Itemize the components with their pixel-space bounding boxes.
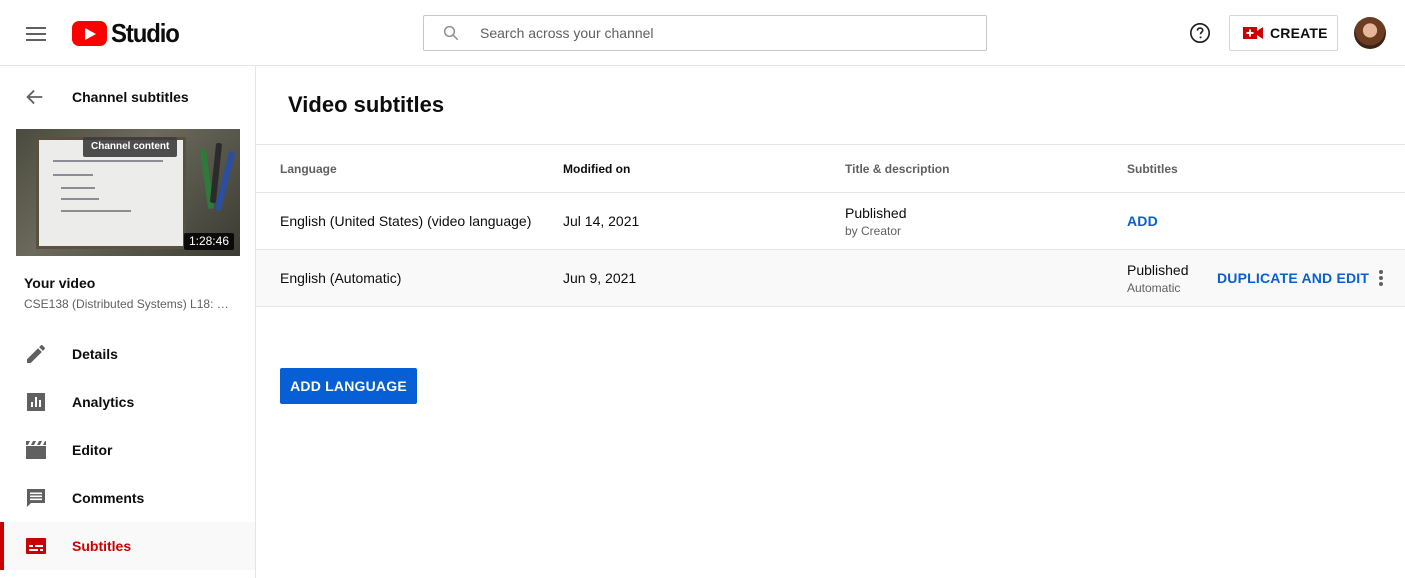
language-cell: English (Automatic) [280,270,402,286]
column-header-modified[interactable]: Modified on [563,162,630,176]
table-row: English (United States) (video language)… [256,193,1405,250]
studio-logo[interactable]: Studio [72,18,185,48]
sidebar-item-label: Subtitles [72,538,132,554]
sidebar-item-label: Editor [72,442,113,458]
subtitles-table: Language Modified on Title & description… [256,144,1405,307]
comments-icon [27,489,45,507]
duplicate-and-edit-button[interactable]: DUPLICATE AND EDIT [1217,270,1369,286]
search-box[interactable] [423,15,987,51]
sidebar-item-label: Analytics [72,394,135,410]
language-cell: English (United States) (video language) [280,213,532,229]
modified-cell: Jul 14, 2021 [563,213,640,229]
back-arrow-icon[interactable] [24,86,46,108]
pencil-icon [27,345,45,363]
title-by: by Creator [845,224,902,238]
subtitles-icon [26,538,46,554]
your-video-label: Your video [24,275,96,291]
column-header-language[interactable]: Language [280,162,337,176]
title-status: Published [845,205,907,221]
thumbnail-markers [199,139,236,219]
column-header-title-description: Title & description [845,162,950,176]
sidebar-item-subtitles[interactable]: Subtitles [0,522,255,570]
more-options-icon[interactable] [1373,268,1389,288]
column-header-subtitles: Subtitles [1127,162,1178,176]
sidebar: Channel subtitles Channel content 1:28:4… [0,66,256,578]
table-row: English (Automatic) Jun 9, 2021 Publishe… [256,250,1405,307]
sidebar-item-comments[interactable]: Comments [0,474,255,522]
video-thumbnail[interactable]: Channel content 1:28:46 [16,129,240,256]
sidebar-item-analytics[interactable]: Analytics [0,378,255,426]
create-label: CREATE [1270,25,1328,41]
channel-subtitles-link[interactable]: Channel subtitles [72,89,189,105]
modified-cell: Jun 9, 2021 [563,270,637,286]
sidebar-item-details[interactable]: Details [0,330,255,378]
channel-content-chip: Channel content [83,137,178,157]
avatar[interactable] [1354,17,1386,49]
add-subtitles-button[interactable]: ADD [1127,213,1158,229]
menu-icon[interactable] [22,22,50,46]
sidebar-nav: Details Analytics Editor Comments Subtit… [0,330,255,570]
search-input[interactable] [480,16,970,50]
create-video-icon [1243,27,1263,39]
analytics-icon [27,393,45,411]
logo-text: Studio [111,17,180,48]
create-button[interactable]: CREATE [1229,15,1338,51]
youtube-logo-icon [72,20,107,46]
sidebar-item-editor[interactable]: Editor [0,426,255,474]
sidebar-item-label: Comments [72,490,145,506]
help-icon[interactable] [1189,22,1211,44]
main-content: Video subtitles Language Modified on Tit… [256,66,1405,578]
subtitles-status: Published [1127,262,1189,278]
video-duration: 1:28:46 [183,233,234,250]
subtitles-by: Automatic [1127,281,1181,295]
add-language-button[interactable]: ADD LANGUAGE [280,368,417,404]
sidebar-item-label: Details [72,346,118,362]
page-title: Video subtitles [288,92,445,117]
table-header: Language Modified on Title & description… [256,144,1405,193]
clapperboard-icon [26,441,46,459]
video-title: CSE138 (Distributed Systems) L18: … [24,297,229,311]
top-app-bar: Studio CREATE [0,0,1405,66]
search-icon [443,25,459,41]
